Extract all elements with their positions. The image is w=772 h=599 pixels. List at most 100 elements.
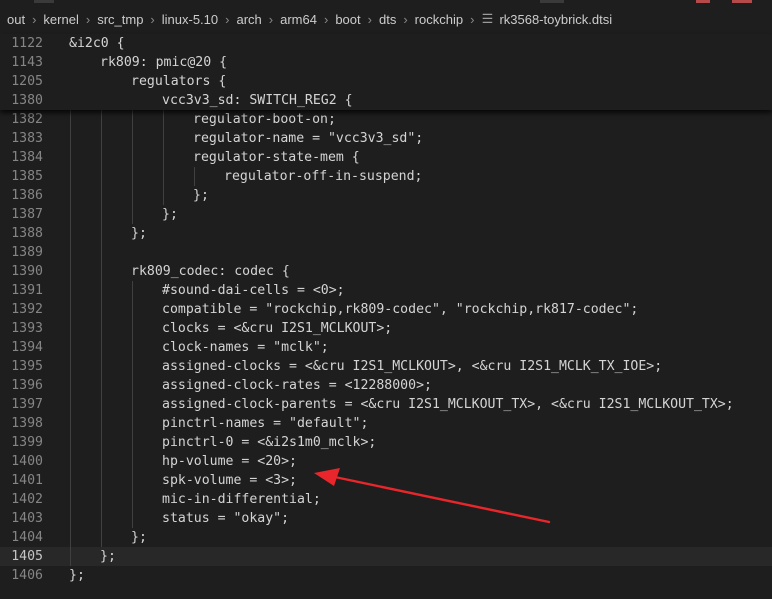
- line-text: };: [162, 207, 178, 222]
- breadcrumb-item[interactable]: arm64: [279, 12, 318, 27]
- indent-guide: [70, 471, 71, 490]
- sticky-scroll-header: 1122 &i2c0 {1143 rk809: pmic@20 {1205 regul…: [0, 34, 772, 110]
- line-text: regulator-off-in-suspend;: [224, 169, 423, 184]
- indent-guide: [70, 243, 71, 262]
- indent-guide: [163, 110, 164, 129]
- tab-edge-modified[interactable]: [696, 0, 710, 3]
- indent-guide: [70, 300, 71, 319]
- breadcrumb-separator: ›: [268, 11, 274, 27]
- line-text: };: [131, 226, 147, 241]
- indent-guide: [132, 376, 133, 395]
- code-line[interactable]: 1388};: [0, 224, 772, 243]
- line-number: 1122: [11, 36, 43, 51]
- code-line[interactable]: 1399 pinctrl-0 = <&i2s1m0_mclk>;: [0, 433, 772, 452]
- code-line[interactable]: 1396 assigned-clock-rates = <12288000>;: [0, 376, 772, 395]
- code-line[interactable]: 1389: [0, 243, 772, 262]
- code-line[interactable]: 1405};: [0, 547, 772, 566]
- indent-guide: [70, 148, 71, 167]
- indent-guide: [101, 509, 102, 528]
- indent-guide: [70, 395, 71, 414]
- code-line[interactable]: 1395 assigned-clocks = <&cru I2S1_MCLKOUT…: [0, 357, 772, 376]
- sticky-line[interactable]: 1205 regulators {: [0, 72, 772, 91]
- indent-guide: [101, 338, 102, 357]
- breadcrumb-item[interactable]: out: [6, 12, 26, 27]
- indent-guide: [163, 148, 164, 167]
- code-line[interactable]: 1398 pinctrl-names = "default";: [0, 414, 772, 433]
- indent-guide: [101, 376, 102, 395]
- breadcrumb-item[interactable]: kernel: [42, 12, 79, 27]
- code-line[interactable]: 1400 hp-volume = <20>;: [0, 452, 772, 471]
- indent-guide: [101, 224, 102, 243]
- indent-guide: [132, 319, 133, 338]
- indent-guide: [70, 509, 71, 528]
- code-line[interactable]: 1404};: [0, 528, 772, 547]
- indent-guide: [101, 148, 102, 167]
- code-editor[interactable]: 1382 regulator-boot-on; 1383 regulator-name…: [0, 110, 772, 585]
- code-line[interactable]: 1406};: [0, 566, 772, 585]
- breadcrumb-item[interactable]: dts: [378, 12, 397, 27]
- breadcrumb-item[interactable]: boot: [334, 12, 361, 27]
- code-line[interactable]: 1382 regulator-boot-on;: [0, 110, 772, 129]
- tab-edge[interactable]: [540, 0, 564, 3]
- tab-edge-modified[interactable]: [732, 0, 752, 3]
- breadcrumb-item[interactable]: rockchip: [414, 12, 464, 27]
- indent-guide: [101, 490, 102, 509]
- code-line[interactable]: 1402 mic-in-differential;: [0, 490, 772, 509]
- line-text: #sound-dai-cells = <0>;: [162, 283, 345, 298]
- line-number: 1395: [11, 359, 43, 374]
- line-text: assigned-clock-rates = <12288000>;: [162, 378, 432, 393]
- indent-guide: [132, 148, 133, 167]
- code-line[interactable]: 1397 assigned-clock-parents = <&cru I2S1_…: [0, 395, 772, 414]
- line-number: 1390: [11, 264, 43, 279]
- indent-guide: [132, 490, 133, 509]
- breadcrumb-separator: ›: [225, 11, 230, 27]
- sticky-line[interactable]: 1143 rk809: pmic@20 {: [0, 53, 772, 72]
- indent-guide: [70, 262, 71, 281]
- tab-edge[interactable]: [34, 0, 54, 3]
- code-line[interactable]: 1383 regulator-name = "vcc3v3_sd";: [0, 129, 772, 148]
- code-line[interactable]: 1385 regulator-off-in-suspend;: [0, 167, 772, 186]
- line-text: vcc3v3_sd: SWITCH_REG2 {: [162, 93, 353, 108]
- line-number: 1386: [11, 188, 43, 203]
- breadcrumb-item[interactable]: src_tmp: [96, 12, 144, 27]
- breadcrumb-item[interactable]: arch: [235, 12, 262, 27]
- line-number: 1382: [11, 112, 43, 127]
- line-number: 1397: [11, 397, 43, 412]
- sticky-line[interactable]: 1380 vcc3v3_sd: SWITCH_REG2 {: [0, 91, 772, 110]
- indent-guide: [101, 471, 102, 490]
- indent-guide: [70, 376, 71, 395]
- line-text: };: [69, 568, 85, 583]
- line-text: clock-names = "mclk";: [162, 340, 329, 355]
- line-number: 1406: [11, 568, 43, 583]
- line-text: };: [131, 530, 147, 545]
- code-line[interactable]: 1387};: [0, 205, 772, 224]
- code-line[interactable]: 1403 status = "okay";: [0, 509, 772, 528]
- indent-guide: [132, 509, 133, 528]
- code-line[interactable]: 1392 compatible = "rockchip,rk809-codec",…: [0, 300, 772, 319]
- line-number: 1393: [11, 321, 43, 336]
- indent-guide: [70, 281, 71, 300]
- breadcrumb-file[interactable]: rk3568-toybrick.dtsi: [498, 12, 613, 27]
- file-icon: ☰: [481, 11, 494, 26]
- code-line[interactable]: 1393 clocks = <&cru I2S1_MCLKOUT>;: [0, 319, 772, 338]
- indent-guide: [70, 528, 71, 547]
- indent-guide: [132, 281, 133, 300]
- code-line[interactable]: 1391 #sound-dai-cells = <0>;: [0, 281, 772, 300]
- indent-guide: [132, 186, 133, 205]
- sticky-line[interactable]: 1122 &i2c0 {: [0, 34, 772, 53]
- line-number: 1402: [11, 492, 43, 507]
- code-line[interactable]: 1390 rk809_codec: codec {: [0, 262, 772, 281]
- indent-guide: [132, 129, 133, 148]
- indent-guide: [101, 319, 102, 338]
- breadcrumb-item[interactable]: linux-5.10: [161, 12, 219, 27]
- code-line[interactable]: 1384 regulator-state-mem {: [0, 148, 772, 167]
- indent-guide: [132, 414, 133, 433]
- line-number: 1380: [11, 93, 43, 108]
- code-line[interactable]: 1386};: [0, 186, 772, 205]
- line-text: clocks = <&cru I2S1_MCLKOUT>;: [162, 321, 393, 336]
- line-number: 1392: [11, 302, 43, 317]
- breadcrumb-separator: ›: [367, 11, 372, 27]
- line-number: 1394: [11, 340, 43, 355]
- code-line[interactable]: 1394 clock-names = "mclk";: [0, 338, 772, 357]
- code-line[interactable]: 1401 spk-volume = <3>;: [0, 471, 772, 490]
